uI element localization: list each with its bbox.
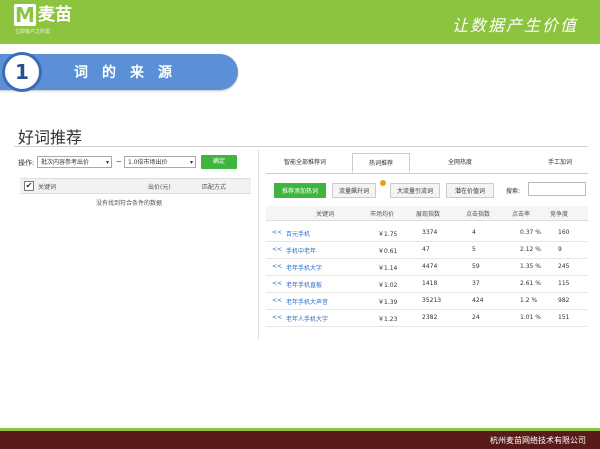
col-match-type: 匹配方式 — [202, 184, 227, 191]
row-price: ￥1.39 — [378, 299, 398, 306]
table-row[interactable]: << 百元手机 ￥1.75 3374 4 0.37 % 160 — [266, 224, 588, 242]
panel-divider — [258, 150, 259, 340]
row-impressions: 35213 — [422, 297, 442, 304]
confirm-button[interactable]: 确定 — [201, 155, 237, 169]
bid-type-value: 批次内容参考出价 — [41, 159, 90, 166]
row-clicks: 4 — [472, 229, 476, 236]
row-add-icon[interactable]: << — [272, 314, 282, 321]
page-title: 好词推荐 — [18, 128, 83, 147]
col-keyword: 关键词 — [316, 211, 335, 218]
row-price: ￥1.02 — [378, 282, 398, 289]
section-title: 词的来源 — [74, 65, 186, 81]
row-impressions: 2382 — [422, 314, 438, 321]
row-price: ￥1.14 — [378, 265, 398, 272]
row-ctr: 1.35 % — [520, 263, 541, 270]
search-input[interactable] — [528, 182, 586, 196]
top-banner: M 麦苗 立即客户之所需 让数据产生价值 — [0, 0, 600, 44]
keyword-table-header: 关键词 市场均价 展现指数 点击指数 点击率 竞争度 — [266, 206, 588, 221]
row-keyword[interactable]: 百元手机 — [286, 229, 310, 238]
row-keyword[interactable]: 老年手机大声音 — [286, 297, 328, 306]
title-divider — [14, 146, 588, 147]
row-competition: 160 — [558, 229, 570, 236]
row-impressions: 1418 — [422, 280, 438, 287]
tab-network-heat[interactable]: 全网热度 — [434, 153, 486, 173]
row-keyword[interactable]: 老年手机直板 — [286, 280, 322, 289]
footer-company: 杭州麦苗网络技术有限公司 — [490, 436, 586, 445]
row-keyword[interactable]: 老年人手机大字 — [286, 314, 328, 323]
row-clicks: 24 — [472, 314, 480, 321]
row-competition: 245 — [558, 263, 570, 270]
logo-name: 麦苗 — [38, 5, 72, 25]
subtab-recommended[interactable]: 推荐添加热词 — [274, 183, 326, 198]
tab-smart-recommend[interactable]: 智能全部推荐词 — [272, 153, 338, 173]
subtab-potential-value[interactable]: 潜在价值词 — [446, 183, 494, 198]
row-ctr: 2.61 % — [520, 280, 541, 287]
chevron-down-icon: ▾ — [105, 159, 109, 166]
row-add-icon[interactable]: << — [272, 297, 282, 304]
row-keyword[interactable]: 老年手机大字 — [286, 263, 322, 272]
row-clicks: 5 — [472, 246, 476, 253]
subtab-rising-traffic[interactable]: 流量飙升词 — [332, 183, 376, 198]
col-bid: 出价(元) — [148, 184, 171, 191]
table-row[interactable]: << 老年人手机大字 ￥1.23 2382 24 1.01 % 151 — [266, 309, 588, 327]
search-label: 搜索: — [506, 188, 521, 195]
row-add-icon[interactable]: << — [272, 229, 282, 236]
section-number: 1 — [2, 52, 42, 92]
row-competition: 9 — [558, 246, 562, 253]
col-clicks: 点击指数 — [466, 211, 491, 218]
row-add-icon[interactable]: << — [272, 280, 282, 287]
subtab-high-traffic[interactable]: 大流量引流词 — [390, 183, 440, 198]
row-competition: 115 — [558, 280, 570, 287]
row-ctr: 1.2 % — [520, 297, 538, 304]
col-impressions: 展现指数 — [416, 211, 441, 218]
row-keyword[interactable]: 手机中老年 — [286, 246, 316, 255]
row-ctr: 1.01 % — [520, 314, 541, 321]
row-ctr: 2.12 % — [520, 246, 541, 253]
bid-multiplier-value: 1.0倍市场出价 — [128, 159, 168, 166]
row-competition: 151 — [558, 314, 570, 321]
operation-label: 操作: — [18, 159, 35, 167]
tab-hot-words[interactable]: 热词推荐 — [352, 153, 410, 173]
logo-subtitle: 立即客户之所需 — [15, 29, 51, 35]
select-all-checkbox[interactable]: ✔ — [24, 181, 34, 191]
row-price: ￥1.75 — [378, 231, 398, 238]
left-table-header: ✔ 关键词 出价(元) 匹配方式 — [20, 178, 251, 194]
tab-manual-add[interactable]: 手工加词 — [534, 153, 586, 173]
slogan: 让数据产生价值 — [451, 16, 578, 35]
row-clicks: 37 — [472, 280, 480, 287]
row-price: ￥1.23 — [378, 316, 398, 323]
col-ctr: 点击率 — [512, 211, 531, 218]
row-impressions: 4474 — [422, 263, 438, 270]
col-keyword: 关键词 — [38, 184, 57, 191]
row-clicks: 59 — [472, 263, 480, 270]
bid-type-select[interactable]: 批次内容参考出价 ▾ — [37, 156, 112, 168]
table-row[interactable]: << 老年手机大声音 ￥1.39 35213 424 1.2 % 982 — [266, 292, 588, 310]
row-impressions: 47 — [422, 246, 430, 253]
table-row[interactable]: << 手机中老年 ￥0.61 47 5 2.12 % 9 — [266, 241, 588, 259]
row-impressions: 3374 — [422, 229, 438, 236]
row-clicks: 424 — [472, 297, 484, 304]
table-row[interactable]: << 老年手机大字 ￥1.14 4474 59 1.35 % 245 — [266, 258, 588, 276]
bid-multiplier-select[interactable]: 1.0倍市场出价 ▾ — [124, 156, 196, 168]
range-separator: ~ — [116, 158, 122, 166]
chevron-down-icon: ▾ — [189, 159, 193, 166]
col-market-price: 市场均价 — [370, 211, 395, 218]
row-ctr: 0.37 % — [520, 229, 541, 236]
table-row[interactable]: << 老年手机直板 ￥1.02 1418 37 2.61 % 115 — [266, 275, 588, 293]
row-competition: 982 — [558, 297, 570, 304]
row-price: ￥0.61 — [378, 248, 398, 255]
logo-icon: M — [14, 3, 36, 27]
notice-dot-icon — [380, 180, 386, 186]
row-add-icon[interactable]: << — [272, 263, 282, 270]
col-competition: 竞争度 — [550, 211, 569, 218]
no-data-message: 没有找到符合条件的数据 — [96, 200, 163, 207]
tab-bar: 智能全部推荐词 热词推荐 全网热度 手工加词 — [266, 153, 588, 174]
row-add-icon[interactable]: << — [272, 246, 282, 253]
